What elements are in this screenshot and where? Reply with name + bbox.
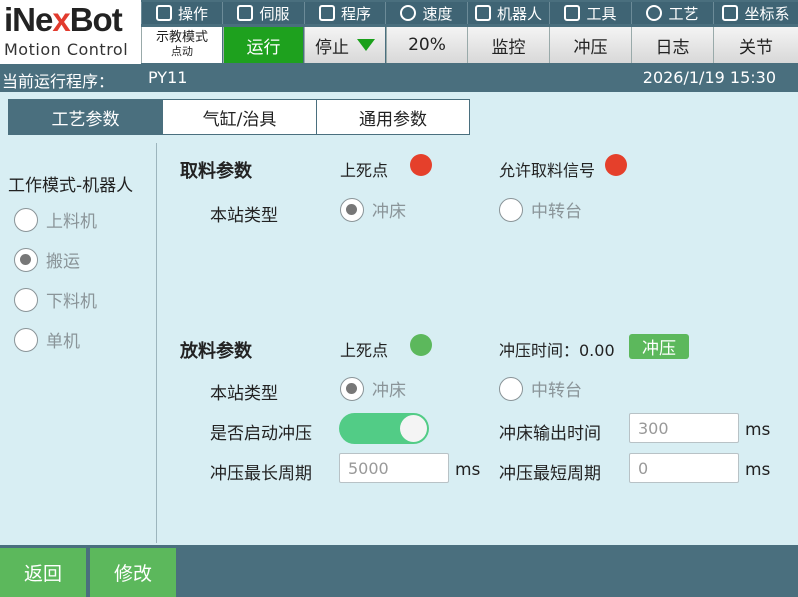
tab-process-params[interactable]: 工艺参数 [8, 99, 163, 135]
radio-circle-selected [340, 197, 364, 222]
mode-sub-label: 点动 [171, 45, 193, 58]
current-program-label: 当前运行程序： [2, 72, 115, 91]
mode-label: 示教模式 [155, 30, 208, 45]
menu-speed[interactable]: 速度 [385, 2, 467, 24]
menu-coord-label: 坐标系 [744, 4, 790, 23]
radio-label: 冲床 [372, 202, 406, 222]
radio-transport[interactable]: 搬运 [14, 247, 80, 272]
datetime: 2026/1/19 15:30 [642, 68, 776, 87]
radio-circle [499, 197, 523, 222]
process-icon [646, 5, 663, 21]
menu-robot[interactable]: 机器人 [467, 2, 549, 24]
output-time-input[interactable]: 300 [629, 413, 739, 443]
place-section-title: 放料参数 [180, 341, 252, 362]
pick-allow-label: 允许取料信号 [499, 161, 596, 180]
menu-program-label: 程序 [340, 4, 371, 23]
radio-label: 搬运 [46, 252, 80, 272]
pick-tdc-indicator [410, 154, 432, 176]
tab-general-params[interactable]: 通用参数 [316, 99, 470, 135]
triangle-down-icon [357, 39, 375, 51]
run-button[interactable]: 运行 [223, 27, 303, 63]
menu-coord[interactable]: 坐标系 [713, 2, 798, 24]
logo: iNexBot Motion Control [0, 0, 141, 64]
place-tdc-indicator [410, 334, 432, 356]
log-button[interactable]: 日志 [631, 27, 713, 63]
radio-circle-selected [14, 247, 38, 272]
punch-button[interactable]: 冲压 [549, 27, 631, 63]
menu-program[interactable]: 程序 [304, 2, 385, 24]
stop-button[interactable]: 停止 [304, 27, 385, 63]
menu-tool[interactable]: 工具 [549, 2, 631, 24]
enable-press-label: 是否启动冲压 [210, 424, 312, 444]
radio-label: 中转台 [531, 381, 582, 401]
status-bar: 当前运行程序： PY11 2026/1/19 15:30 [0, 64, 798, 92]
tab-cylinder-fixture[interactable]: 气缸/治具 [162, 99, 317, 135]
work-mode-title: 工作模式-机器人 [8, 176, 134, 196]
stop-label: 停止 [315, 37, 349, 58]
radio-label: 单机 [46, 332, 80, 352]
servo-icon [237, 5, 254, 21]
menu-servo-label: 伺服 [259, 4, 290, 23]
menu-speed-label: 速度 [422, 4, 453, 23]
max-cycle-label: 冲压最长周期 [210, 464, 312, 484]
radio-circle [14, 207, 38, 232]
wrench-icon [564, 5, 581, 21]
place-radio-transfer[interactable]: 中转台 [499, 376, 582, 401]
place-station-label: 本站类型 [210, 384, 278, 404]
press-time-label: 冲压时间：0.00 [499, 341, 615, 360]
toggle-knob [400, 415, 427, 442]
menu-process-label: 工艺 [668, 4, 699, 23]
pick-section-title: 取料参数 [180, 161, 252, 182]
speed-value-button[interactable]: 20% [386, 27, 467, 63]
radio-label: 上料机 [46, 212, 97, 232]
menu-servo[interactable]: 伺服 [222, 2, 304, 24]
pick-tdc-label: 上死点 [340, 161, 389, 180]
radio-circle [499, 376, 523, 401]
place-radio-press[interactable]: 冲床 [340, 376, 406, 401]
hand-icon [155, 5, 172, 21]
press-action-button[interactable]: 冲压 [629, 334, 689, 359]
output-time-label: 冲床输出时间 [499, 424, 601, 444]
menu-operate[interactable]: 操作 [141, 2, 222, 24]
modify-button[interactable]: 修改 [90, 548, 176, 597]
max-cycle-input[interactable]: 5000 [339, 453, 449, 483]
axis-icon [722, 5, 739, 21]
radio-circle [14, 287, 38, 312]
output-time-unit: ms [745, 420, 771, 440]
joint-button[interactable]: 关节 [713, 27, 798, 63]
menu-operate-label: 操作 [177, 4, 208, 23]
pick-radio-transfer[interactable]: 中转台 [499, 197, 582, 222]
radio-label: 冲床 [372, 381, 406, 401]
grid-icon [318, 5, 335, 21]
mode-button[interactable]: 示教模式 点动 [141, 27, 222, 63]
pick-radio-press[interactable]: 冲床 [340, 197, 406, 222]
radio-circle [14, 327, 38, 352]
radio-circle-selected [340, 376, 364, 401]
pick-allow-indicator [605, 154, 627, 176]
menu-robot-label: 机器人 [496, 4, 542, 23]
radio-standalone[interactable]: 单机 [14, 327, 80, 352]
place-tdc-label: 上死点 [340, 341, 389, 360]
max-cycle-unit: ms [455, 460, 481, 480]
speedometer-icon [400, 5, 417, 21]
robot-arm-icon [474, 5, 491, 21]
radio-unloader[interactable]: 下料机 [14, 287, 97, 312]
current-program-name: PY11 [148, 68, 188, 87]
radio-loader[interactable]: 上料机 [14, 207, 97, 232]
min-cycle-label: 冲压最短周期 [499, 464, 601, 484]
radio-label: 中转台 [531, 202, 582, 222]
menu-tool-label: 工具 [586, 4, 617, 23]
enable-press-toggle[interactable] [339, 413, 429, 444]
back-button[interactable]: 返回 [0, 548, 86, 597]
min-cycle-input[interactable]: 0 [629, 453, 739, 483]
panel-divider [156, 143, 157, 543]
monitor-button[interactable]: 监控 [467, 27, 549, 63]
radio-label: 下料机 [46, 292, 97, 312]
logo-brand: iNexBot [4, 1, 123, 38]
logo-tagline: Motion Control [4, 40, 129, 59]
menu-process[interactable]: 工艺 [631, 2, 713, 24]
pick-station-label: 本站类型 [210, 206, 278, 226]
min-cycle-unit: ms [745, 460, 771, 480]
